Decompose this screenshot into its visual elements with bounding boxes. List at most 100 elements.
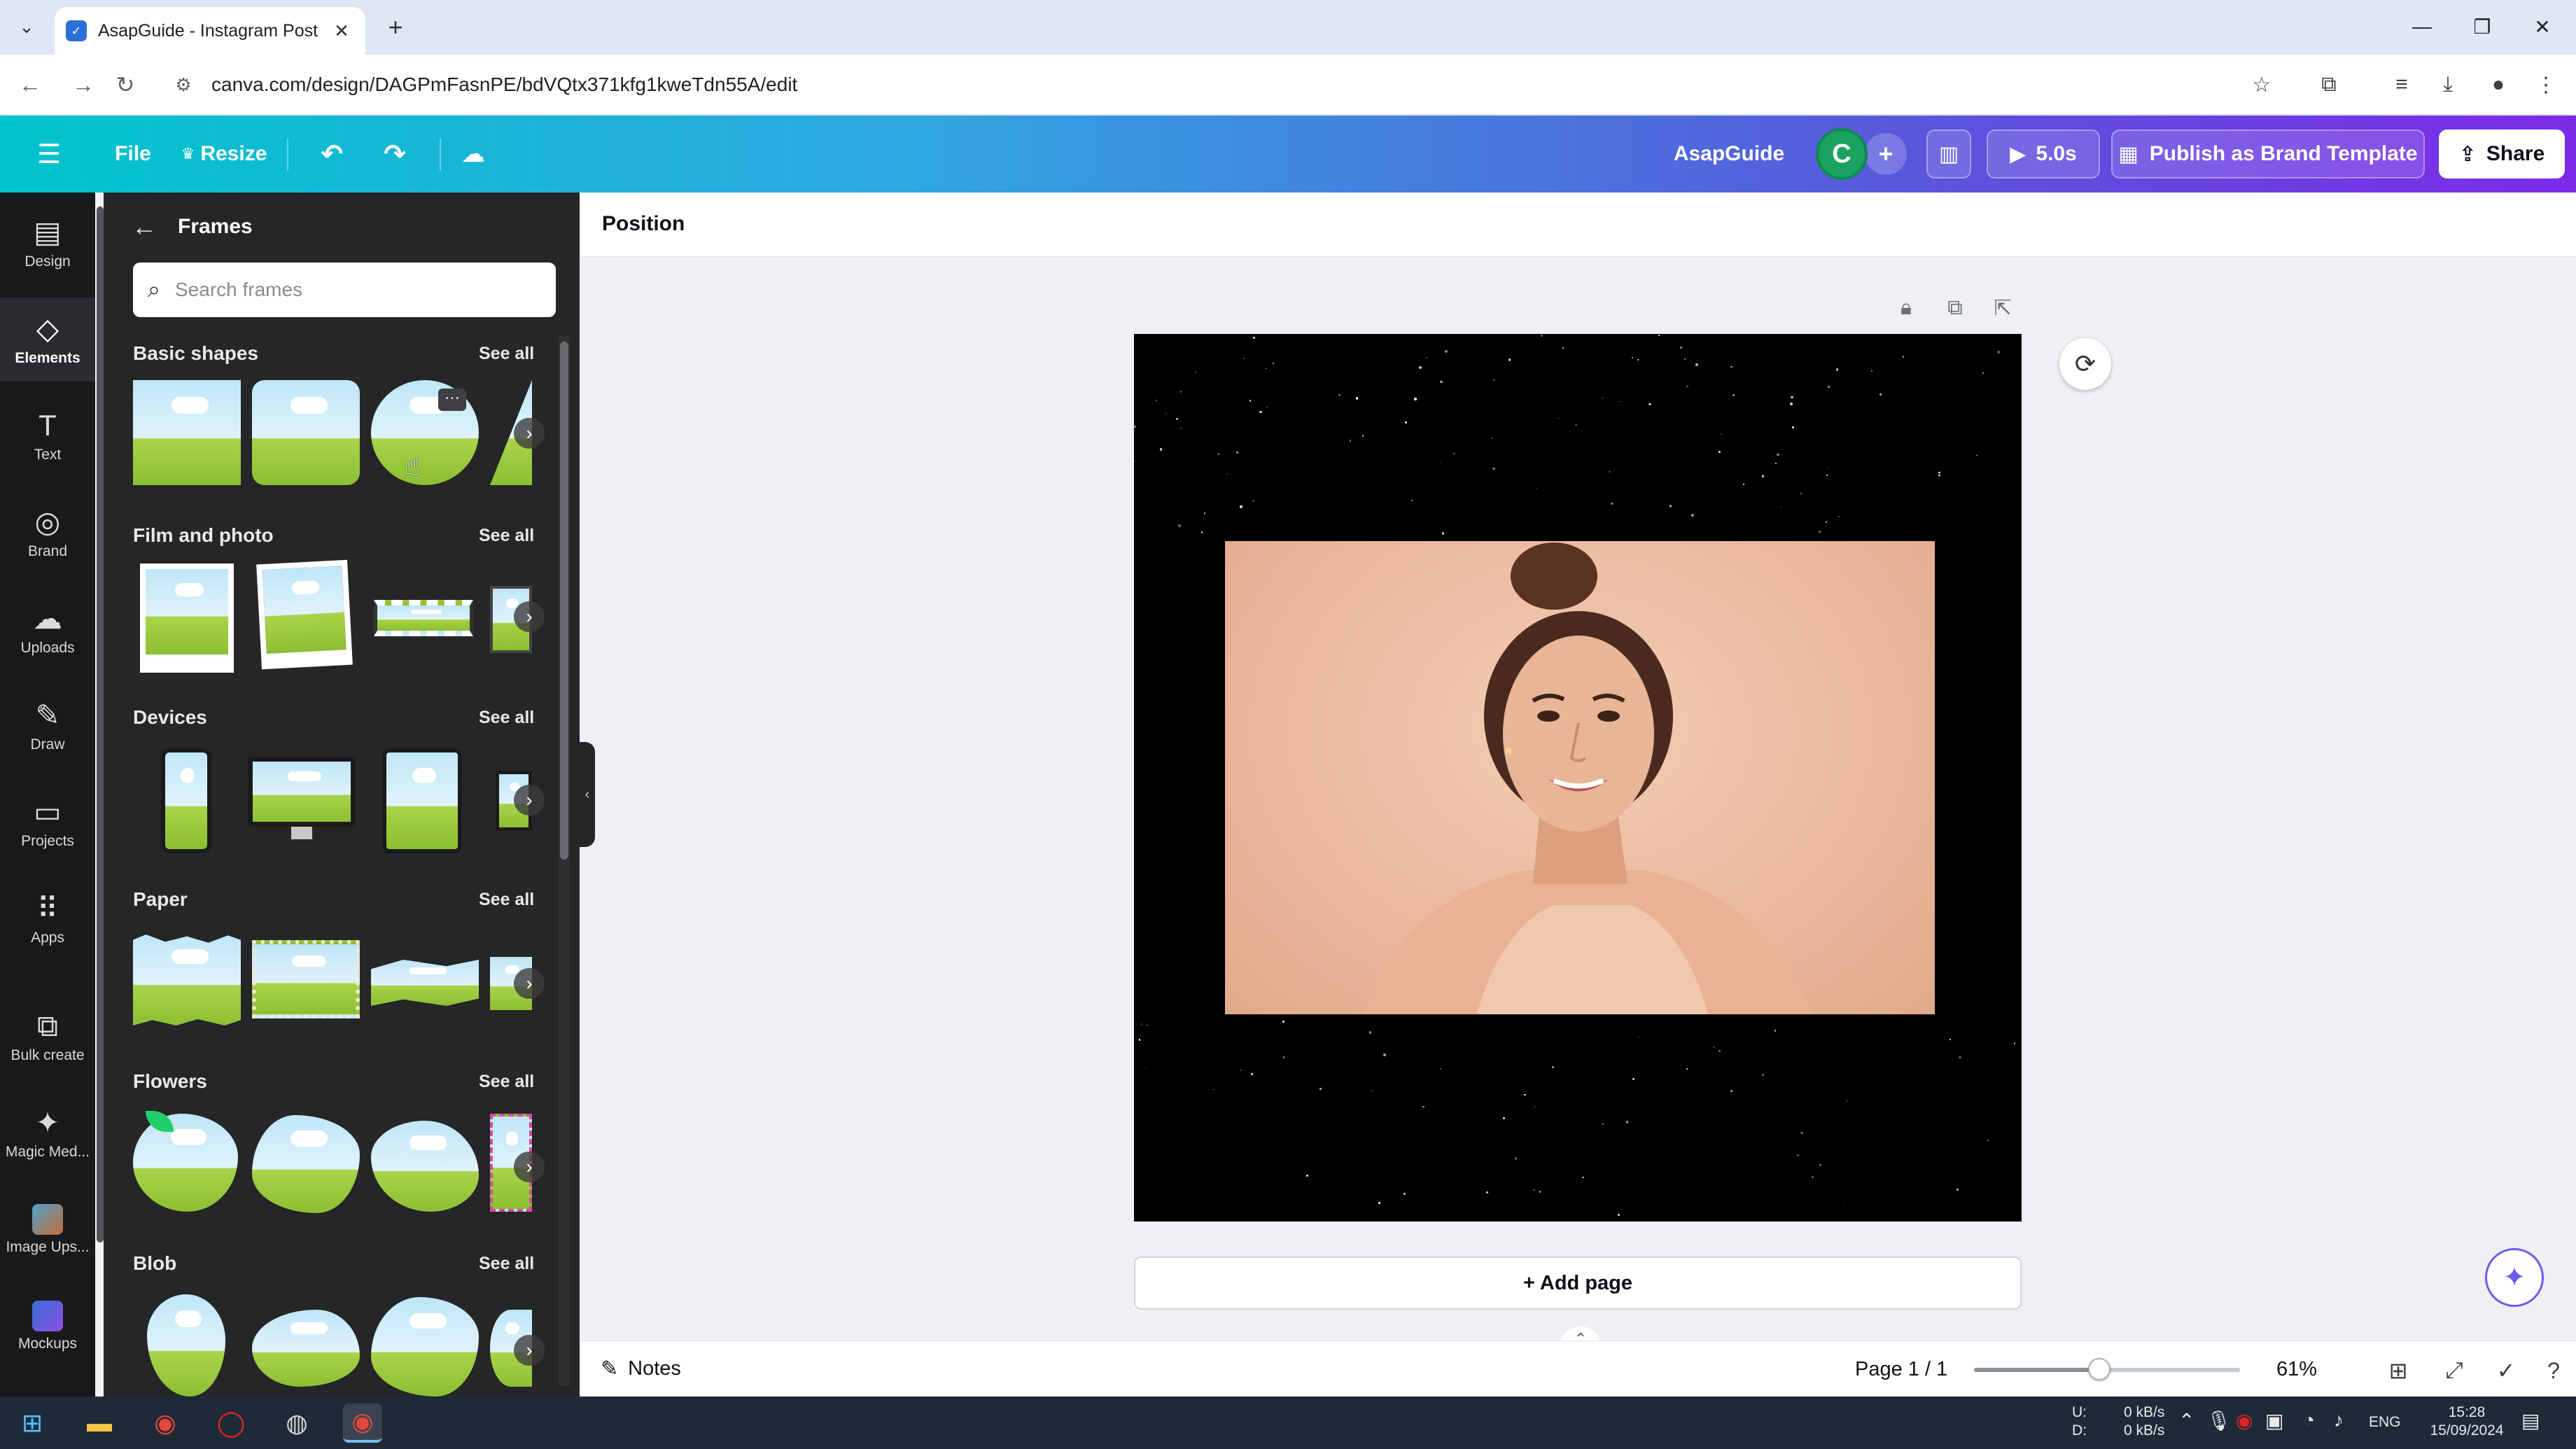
back-arrow-icon[interactable]: ← (13, 67, 48, 102)
panel-scrollbar-thumb[interactable] (560, 342, 568, 860)
bookmark-star-icon[interactable]: ☆ (2244, 67, 2279, 102)
resize-button[interactable]: ♛ Resize (175, 133, 273, 175)
file-menu-button[interactable]: File (105, 133, 161, 175)
volume-icon[interactable]: ♪ (2334, 1409, 2344, 1432)
browser-menu-icon[interactable]: ⋮ (2528, 67, 2563, 102)
frame-polaroid-thumb[interactable] (140, 564, 234, 673)
fullscreen-icon[interactable]: ⤢ (2437, 1354, 2471, 1387)
frame-rounded-square-thumb[interactable] (252, 380, 360, 485)
frame-phone-thumb[interactable] (161, 748, 211, 853)
sidebar-item-magic-media[interactable]: ✦ Magic Med... (0, 1091, 95, 1175)
frame-stacked-photo-thumb[interactable] (256, 559, 353, 670)
sidebar-item-text[interactable]: T Text (0, 394, 95, 478)
windows-start-icon[interactable]: ⊞ (13, 1404, 52, 1443)
zoom-level[interactable]: 61% (2276, 1358, 2317, 1381)
profile-avatar-icon[interactable]: ● (2481, 67, 2516, 102)
notifications-icon[interactable]: ▤ (2521, 1409, 2540, 1432)
search-input[interactable] (175, 279, 539, 301)
frame-blob-1-thumb[interactable] (147, 1294, 225, 1396)
chevron-right-icon[interactable]: › (514, 601, 545, 632)
cloud-save-icon[interactable]: ☁ (452, 133, 494, 175)
design-canvas[interactable] (1134, 334, 2022, 1222)
add-page-icon[interactable]: ⇱ (1987, 296, 2019, 321)
publish-brand-template-button[interactable]: ▦ Publish as Brand Template (2111, 130, 2425, 178)
frame-cloud-flower-thumb[interactable] (252, 1115, 360, 1213)
sidebar-item-image-upscaler[interactable]: Image Ups... (0, 1188, 95, 1272)
help-icon[interactable]: ? (2537, 1354, 2570, 1387)
rail-scrollbar[interactable] (97, 206, 104, 1242)
back-arrow-icon[interactable]: ← (132, 212, 171, 241)
frame-blob-2-thumb[interactable] (252, 1310, 360, 1387)
tab-search-dropdown-icon[interactable]: ⌄ (11, 11, 42, 42)
restore-window-icon[interactable]: ❐ (2457, 8, 2507, 45)
present-play-button[interactable]: ▶ 5.0s (1987, 130, 2100, 178)
duplicate-page-icon[interactable]: ⧉ (1939, 296, 1971, 320)
input-language[interactable]: ENG (2369, 1413, 2401, 1432)
frame-rough-paper-thumb[interactable] (252, 940, 360, 1018)
frame-strip-paper-thumb[interactable] (371, 960, 479, 1006)
tray-chevron-up-icon[interactable]: ⌃ (2178, 1409, 2194, 1432)
search-frames-field[interactable]: ⌕ (133, 262, 556, 317)
check-status-icon[interactable]: ✓ (2489, 1354, 2523, 1387)
see-all-devices-link[interactable]: See all (479, 708, 534, 728)
extensions-icon[interactable]: ⧉ (2311, 67, 2346, 102)
more-options-icon[interactable]: ··· (438, 388, 466, 411)
refresh-design-icon[interactable]: ⟳ (2059, 338, 2111, 390)
frame-torn-paper-thumb[interactable] (133, 934, 241, 1026)
clock-time[interactable]: 15:28 (2432, 1404, 2502, 1422)
chrome-icon[interactable]: ◉ (146, 1404, 185, 1443)
download-icon[interactable]: ⤓ (2430, 67, 2465, 102)
media-controls-icon[interactable]: ≡ (2384, 67, 2419, 102)
recording-icon[interactable]: ◉ (2236, 1409, 2253, 1432)
zoom-slider-handle[interactable] (2087, 1358, 2110, 1380)
insights-chart-icon[interactable]: ▥ (1926, 130, 1971, 178)
site-info-icon[interactable]: ⚙ (169, 74, 197, 96)
sidebar-item-design[interactable]: ▤ Design (0, 201, 95, 285)
see-all-film-and-photo-link[interactable]: See all (479, 526, 534, 546)
grid-view-icon[interactable]: ⊞ (2381, 1354, 2415, 1387)
frame-petal-flower-thumb[interactable] (371, 1121, 479, 1212)
reload-icon[interactable]: ↻ (108, 67, 143, 102)
sidebar-item-elements[interactable]: ◇ Elements (0, 298, 95, 382)
collapse-panel-handle[interactable]: ‹ (580, 742, 595, 847)
display-icon[interactable]: ▣ (2265, 1409, 2283, 1432)
add-collaborator-icon[interactable]: + (1865, 133, 1907, 175)
sidebar-item-bulk-create[interactable]: ⧉ Bulk create (0, 995, 95, 1079)
obs-icon[interactable]: ◍ (277, 1404, 316, 1443)
share-button[interactable]: ⇪ Share (2439, 130, 2565, 178)
see-all-basic-shapes-link[interactable]: See all (479, 344, 534, 364)
frame-leaf-flower-thumb[interactable] (133, 1114, 238, 1212)
opera-icon[interactable]: ◯ (211, 1404, 251, 1443)
frame-square-thumb[interactable] (133, 380, 241, 485)
sidebar-item-draw[interactable]: ✎ Draw (0, 684, 95, 768)
chevron-right-icon[interactable]: › (514, 1152, 545, 1182)
frame-tablet-thumb[interactable] (382, 748, 462, 853)
microphone-icon[interactable]: 🎙︎ (2206, 1409, 2232, 1432)
chevron-right-icon[interactable]: › (514, 785, 545, 816)
see-all-paper-link[interactable]: See all (479, 890, 534, 910)
chrome-active-icon[interactable]: ◉ (343, 1404, 382, 1443)
lock-page-icon[interactable]: 🔒︎ (1890, 296, 1922, 320)
close-window-icon[interactable]: ✕ (2517, 8, 2568, 45)
tab-close-icon[interactable]: ✕ (329, 20, 354, 42)
team-name[interactable]: AsapGuide (1666, 133, 1792, 175)
sidebar-item-mockups[interactable]: Mockups (0, 1284, 95, 1368)
sidebar-item-uploads[interactable]: ☁ Uploads (0, 587, 95, 671)
undo-icon[interactable]: ↶ (311, 133, 353, 175)
frame-film-strip-thumb[interactable] (374, 600, 473, 636)
page-indicator[interactable]: Page 1 / 1 (1855, 1358, 1947, 1381)
frame-blob-3-thumb[interactable] (371, 1297, 479, 1396)
sidebar-item-projects[interactable]: ▭ Projects (0, 780, 95, 864)
see-all-blob-link[interactable]: See all (479, 1254, 534, 1274)
minimize-window-icon[interactable]: — (2397, 8, 2447, 45)
new-tab-icon[interactable]: + (378, 10, 413, 45)
browser-tab[interactable]: ✓ AsapGuide - Instagram Post ✕ (55, 7, 365, 55)
forward-arrow-icon[interactable]: → (66, 67, 101, 102)
sidebar-item-apps[interactable]: ⠿ Apps (0, 877, 95, 961)
magic-assistant-icon[interactable]: ✦ (2485, 1248, 2544, 1307)
notes-button[interactable]: ✎ Notes (601, 1357, 681, 1381)
portrait-photo-frame[interactable] (1225, 541, 1935, 1014)
address-bar[interactable]: ⚙ canva.com/design/DAGPmFasnPE/bdVQtx371… (165, 64, 2265, 105)
user-avatar[interactable]: C (1816, 128, 1868, 180)
chevron-right-icon[interactable]: › (514, 418, 545, 449)
